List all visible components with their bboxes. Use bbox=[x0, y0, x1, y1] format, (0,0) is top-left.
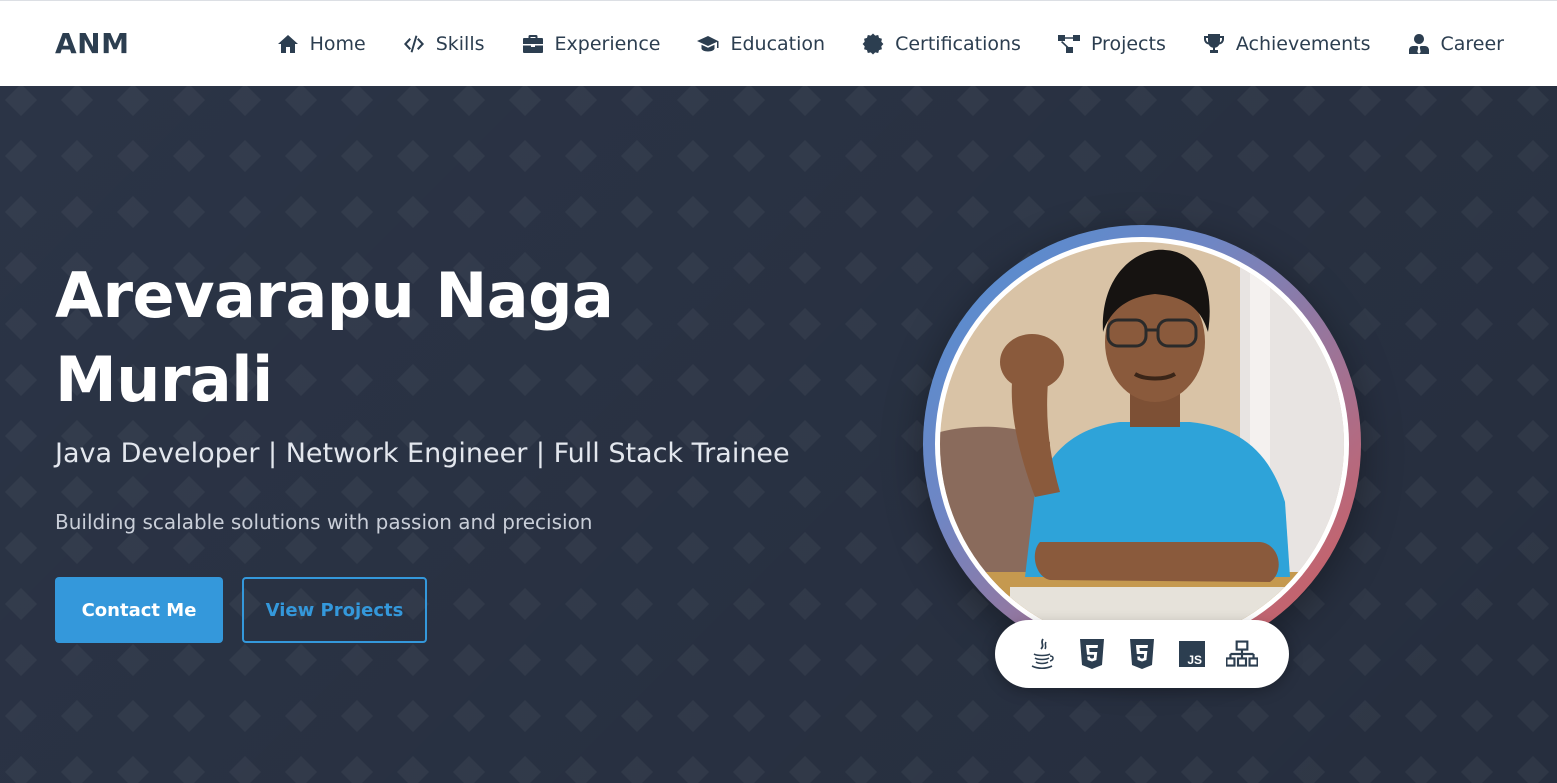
certificate-icon bbox=[861, 32, 885, 56]
profile-image-frame bbox=[923, 225, 1361, 663]
hero-name: Arevarapu Naga Murali bbox=[55, 259, 614, 416]
nav-item-label: Projects bbox=[1090, 33, 1166, 55]
nav-item-projects[interactable]: Projects bbox=[1057, 32, 1166, 56]
nav-item-label: Achievements bbox=[1235, 33, 1371, 55]
nav-item-label: Experience bbox=[554, 33, 661, 55]
hero-subtitle: Java Developer | Network Engineer | Full… bbox=[55, 438, 790, 469]
nav-item-label: Career bbox=[1440, 33, 1505, 55]
tech-stack-bar: JS bbox=[995, 620, 1289, 688]
code-icon bbox=[402, 32, 426, 56]
nav-item-achievements[interactable]: Achievements bbox=[1202, 32, 1371, 56]
nav-item-certifications[interactable]: Certifications bbox=[861, 32, 1021, 56]
home-icon bbox=[276, 32, 300, 56]
nav-item-experience[interactable]: Experience bbox=[521, 32, 661, 56]
nav-item-career[interactable]: Career bbox=[1407, 32, 1505, 56]
graduation-cap-icon bbox=[696, 32, 720, 56]
nav-links: Home Skills Experience Education Certifi… bbox=[276, 1, 1504, 87]
nav-item-education[interactable]: Education bbox=[696, 32, 825, 56]
js-icon-text: JS bbox=[1187, 653, 1202, 667]
nav-item-label: Certifications bbox=[895, 33, 1021, 55]
nav-item-label: Home bbox=[309, 33, 366, 55]
view-projects-button[interactable]: View Projects bbox=[242, 577, 427, 643]
briefcase-icon bbox=[521, 32, 545, 56]
project-diagram-icon bbox=[1057, 32, 1081, 56]
hero-section: Arevarapu Naga Murali Java Developer | N… bbox=[0, 86, 1557, 783]
network-icon bbox=[1226, 637, 1258, 671]
hero-tagline: Building scalable solutions with passion… bbox=[55, 510, 593, 534]
nav-item-skills[interactable]: Skills bbox=[402, 32, 485, 56]
user-tie-icon bbox=[1407, 32, 1431, 56]
brand-logo[interactable]: ANM bbox=[55, 27, 129, 60]
contact-me-button[interactable]: Contact Me bbox=[55, 577, 223, 643]
nav-item-label: Education bbox=[730, 33, 826, 55]
trophy-icon bbox=[1202, 32, 1226, 56]
navbar: ANM Home Skills Experience Education Cer… bbox=[0, 0, 1557, 86]
js-icon: JS bbox=[1176, 637, 1208, 671]
profile-photo bbox=[940, 242, 1344, 646]
html5-icon bbox=[1076, 637, 1108, 671]
java-icon bbox=[1026, 637, 1058, 671]
css3-icon bbox=[1126, 637, 1158, 671]
nav-item-home[interactable]: Home bbox=[276, 32, 366, 56]
profile-image-border bbox=[935, 237, 1349, 651]
nav-item-label: Skills bbox=[435, 33, 485, 55]
